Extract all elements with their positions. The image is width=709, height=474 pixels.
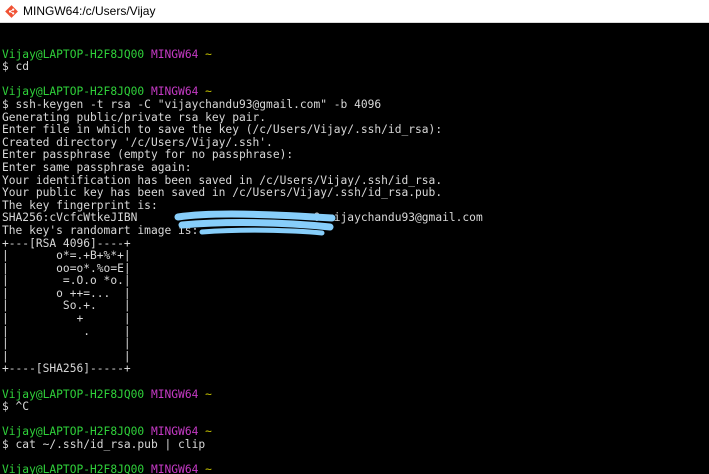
prompt-line: Vijay@LAPTOP-H2F8JQ00 MINGW64 ~ <box>2 46 709 61</box>
output-line: | o*=.+B+%*+| <box>2 248 131 263</box>
prompt-shell: MINGW64 <box>150 386 199 401</box>
command-line: $ cat ~/.ssh/id_rsa.pub | clip <box>2 437 206 451</box>
terminal-output: Vijay@LAPTOP-H2F8JQ00 MINGW64 ~ $ cd Vija… <box>2 35 709 474</box>
terminal-area[interactable]: Vijay@LAPTOP-H2F8JQ00 MINGW64 ~ $ cd Vija… <box>0 23 709 474</box>
output-line: The key's randomart image is: <box>2 222 199 237</box>
prompt-cwd: ~ <box>205 462 212 474</box>
command-line: $ ^C <box>2 399 30 414</box>
output-line: Enter file in which to save the key (/c/… <box>2 122 443 137</box>
git-bash-icon <box>4 4 18 18</box>
command-line: $ ssh-keygen -t rsa -C "vijaychandu93@gm… <box>2 96 382 111</box>
prompt-shell: MINGW64 <box>150 462 199 474</box>
prompt-shell: MINGW64 <box>150 46 199 61</box>
prompt-cwd: ~ <box>205 46 212 61</box>
output-line: | =.O.o *o.| <box>2 273 131 288</box>
prompt-line: Vijay@LAPTOP-H2F8JQ00 MINGW64 ~ <box>2 386 709 401</box>
prompt-user-host: Vijay@LAPTOP-H2F8JQ00 <box>2 462 145 474</box>
window-titlebar[interactable]: MINGW64:/c/Users/Vijay <box>0 0 709 23</box>
prompt-cwd: ~ <box>205 386 212 401</box>
prompt-line: Vijay@LAPTOP-H2F8JQ00 MINGW64 ~ <box>2 463 709 474</box>
output-line: Your public key has been saved in /c/Use… <box>2 185 443 200</box>
output-line: +----[SHA256]-----+ <box>2 361 131 376</box>
output-line: | + | <box>2 311 131 326</box>
output-line: | | <box>2 336 131 351</box>
prompt-cwd: ~ <box>205 424 212 439</box>
window-title: MINGW64:/c/Users/Vijay <box>23 4 156 18</box>
command-line: $ cd <box>2 59 30 74</box>
output-line: Enter same passphrase again: <box>2 159 192 174</box>
